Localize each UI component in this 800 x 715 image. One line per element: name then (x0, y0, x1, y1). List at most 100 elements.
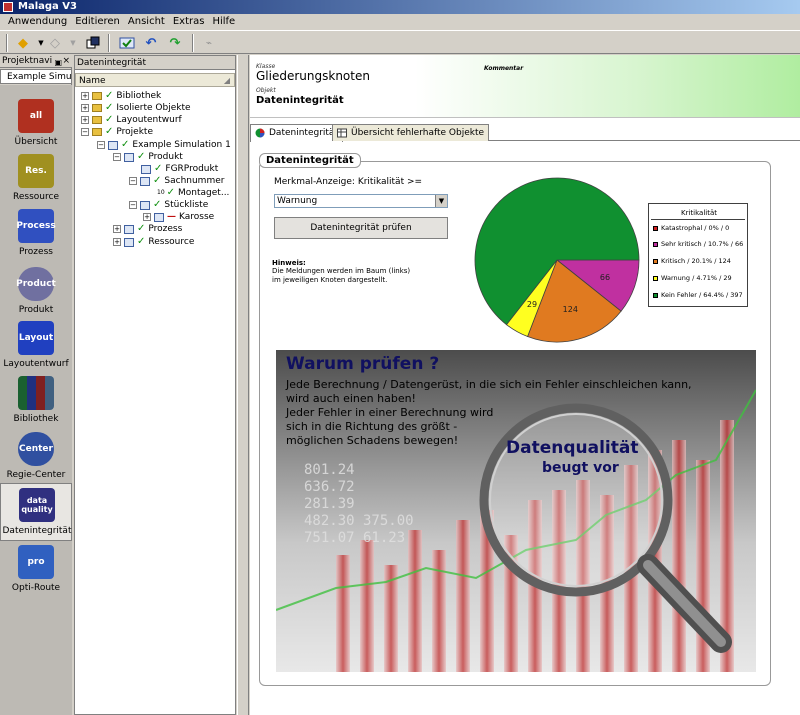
toolbar: ◆ ▼ ◇ ▼ ↶ ↷ ⌁ (0, 30, 800, 54)
legend-label: Sehr kritisch / 10.7% / 66 (661, 240, 744, 248)
tree-label: FGRProdukt (165, 164, 219, 174)
expand-icon[interactable]: + (113, 238, 121, 246)
menu-extras[interactable]: Extras (169, 14, 209, 30)
folder-icon (92, 116, 102, 124)
window-restore-icon[interactable] (84, 34, 102, 52)
criticality-pie-chart: 66 124 29 (474, 177, 640, 343)
page-title: Gliederungsknoten (256, 69, 370, 83)
tree-column-header[interactable]: Name ◢ (75, 73, 235, 87)
panel-splitter[interactable] (237, 55, 249, 715)
tree-item-stueckliste[interactable]: − ✓ Stückliste (129, 199, 208, 211)
expand-icon[interactable]: + (113, 225, 121, 233)
legend-swatch (653, 275, 658, 281)
collapse-icon[interactable]: − (129, 177, 137, 185)
navigator-tab[interactable]: Example Simu... (0, 69, 72, 84)
navigator-list: all Übersicht Res. Ressource Process Pro… (0, 85, 72, 715)
expand-icon[interactable]: + (143, 213, 151, 221)
tab-label: Datenintegrität (269, 128, 338, 138)
nav-item-prozess[interactable]: Process Prozess (0, 205, 72, 263)
banner-quality-subtitle: beugt vor (542, 460, 619, 476)
legend-divider (651, 219, 745, 220)
tree-item-fgrprodukt[interactable]: ✓ FGRProdukt (141, 163, 218, 175)
nav-item-ressource[interactable]: Res. Ressource (0, 150, 72, 208)
chevron-down-icon[interactable]: ▼ (435, 195, 447, 207)
library-icon (18, 376, 54, 410)
tree-item-produkt[interactable]: − ✓ Produkt (113, 151, 183, 163)
select-value: Warnung (277, 196, 318, 206)
legend-item-katastrophal: Katastrophal / 0% / 0 (653, 223, 729, 233)
tree-item-example-simulation[interactable]: − ✓ Example Simulation 1 (97, 139, 231, 151)
collapse-icon[interactable]: − (113, 153, 121, 161)
check-integrity-button[interactable]: Datenintegrität prüfen (274, 217, 448, 239)
opti-route-icon: pro (18, 545, 54, 579)
process-icon: Process (16, 209, 56, 243)
tree-label: Projekte (116, 127, 153, 137)
bg-number: 636.72 (304, 479, 355, 495)
collapse-icon[interactable]: − (97, 141, 105, 149)
pin-icon[interactable]: ▣ (54, 56, 62, 67)
banner-line: Jeder Fehler in einer Berechnung wird (286, 406, 494, 419)
validate-icon[interactable] (118, 34, 136, 52)
forward-arrow-icon[interactable]: ◇ (46, 34, 64, 52)
redo-icon[interactable]: ↷ (166, 34, 184, 52)
tree-item-bibliothek[interactable]: + ✓ Bibliothek (81, 90, 161, 102)
nav-label: Ressource (13, 192, 59, 202)
hint-text: Die Meldungen werden im Baum (links) im … (272, 267, 442, 285)
menu-anwendung[interactable]: Anwendung (4, 14, 71, 30)
tree-item-montage[interactable]: 10 ✓ Montaget... (157, 187, 229, 199)
bg-number: 281.39 (304, 496, 355, 512)
tree-item-prozess[interactable]: + ✓ Prozess (113, 223, 182, 235)
tree-label: Prozess (148, 224, 183, 234)
undo-icon[interactable]: ↶ (142, 34, 160, 52)
nav-item-opti-route[interactable]: pro Opti-Route (0, 541, 72, 599)
nav-item-produkt[interactable]: Product Produkt (0, 263, 72, 321)
regie-center-icon: Center (18, 432, 54, 466)
tree-label: Stückliste (164, 200, 209, 210)
banner-line: Jede Berechnung / Datengerüst, in die si… (286, 378, 692, 391)
collapse-icon[interactable]: − (129, 201, 137, 209)
legend-item-kein-fehler: Kein Fehler / 64.4% / 397 (653, 290, 743, 300)
tab-fehlerhafte-objekte[interactable]: Übersicht fehlerhafte Objekte (332, 124, 490, 141)
toolbar-separator (108, 34, 110, 52)
hint-title: Hinweis: (272, 259, 306, 267)
bg-number: 482.30 375.00 (304, 513, 414, 529)
nav-item-bibliothek[interactable]: Bibliothek (0, 372, 72, 430)
tree-item-projekte[interactable]: − ✓ Projekte (81, 126, 153, 138)
window-title: Malaga V3 (18, 1, 77, 12)
back-arrow-icon[interactable]: ◆ (14, 34, 32, 52)
menu-ansicht[interactable]: Ansicht (124, 14, 169, 30)
check-icon: ✓ (137, 223, 146, 234)
legend-item-warnung: Warnung / 4.71% / 29 (653, 273, 732, 283)
tree-label: Karosse (179, 212, 215, 222)
tree-item-isolierte-objekte[interactable]: + ✓ Isolierte Objekte (81, 102, 191, 114)
nav-item-uebersicht[interactable]: all Übersicht (0, 95, 72, 153)
criticality-select[interactable]: Warnung ▼ (274, 194, 448, 208)
expand-icon[interactable]: + (81, 104, 89, 112)
nav-label: Prozess (19, 247, 53, 257)
tree-item-sachnummer[interactable]: − ✓ Sachnummer (129, 175, 224, 187)
pie-slice-label: 29 (527, 300, 537, 309)
expand-icon[interactable]: + (81, 92, 89, 100)
node-icon (108, 140, 118, 150)
kommentar-label: Kommentar (484, 65, 524, 72)
pie-slice-label: 66 (600, 273, 610, 282)
promo-banner: 801.24 636.72 281.39 482.30 375.00 751.0… (276, 350, 756, 672)
nav-item-layoutentwurf[interactable]: Layout Layoutentwurf (0, 317, 72, 375)
tree-item-karosse[interactable]: + — Karosse (143, 211, 214, 223)
menu-hilfe[interactable]: Hilfe (208, 14, 239, 30)
legend-label: Katastrophal / 0% / 0 (661, 224, 730, 232)
nav-item-datenintegritaet[interactable]: data quality Datenintegrität (0, 483, 72, 541)
nav-item-regie-center[interactable]: Center Regie-Center (0, 428, 72, 486)
close-icon[interactable]: × (62, 55, 70, 67)
menu-editieren[interactable]: Editieren (71, 14, 124, 30)
link-icon[interactable]: ⌁ (200, 34, 218, 52)
tree-item-ressource[interactable]: + ✓ Ressource (113, 236, 194, 248)
expand-icon[interactable]: + (81, 116, 89, 124)
overview-icon: all (18, 99, 54, 133)
check-icon: ✓ (105, 90, 114, 101)
forward-dropdown-icon[interactable]: ▼ (64, 34, 82, 52)
tab-datenintegritaet[interactable]: Datenintegrität (250, 124, 343, 142)
legend-swatch (653, 225, 658, 231)
collapse-icon[interactable]: − (81, 128, 89, 136)
tree-item-layoutentwurf[interactable]: + ✓ Layoutentwurf (81, 114, 182, 126)
